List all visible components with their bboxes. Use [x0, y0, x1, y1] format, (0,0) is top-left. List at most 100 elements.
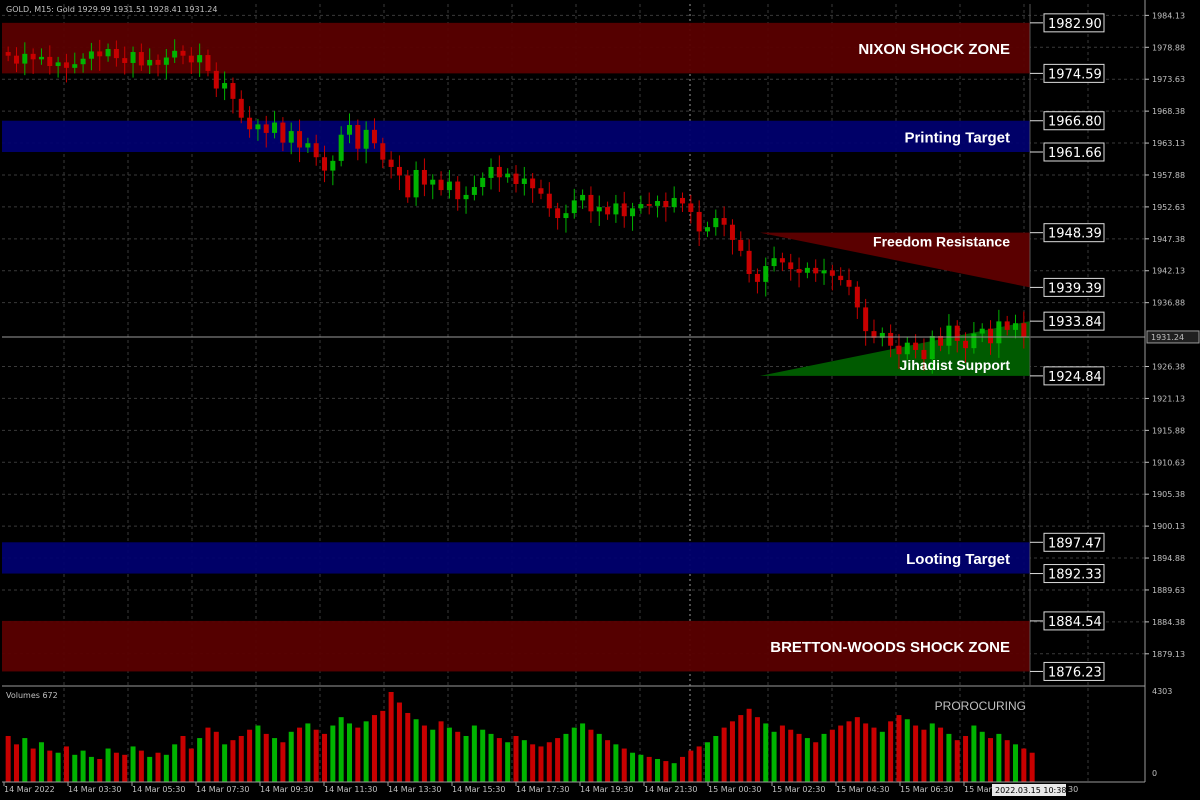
candle-body — [480, 177, 486, 188]
level-price-text: 1961.66 — [1048, 146, 1102, 161]
candle-body — [596, 207, 602, 212]
volume-bar — [655, 758, 661, 782]
time-label: 14 Mar 07:30 — [196, 785, 249, 794]
candle-body — [355, 124, 361, 149]
candle-body — [946, 325, 952, 346]
volume-bar — [896, 715, 902, 782]
candle-body — [55, 62, 61, 67]
candle-body — [413, 169, 419, 198]
candle-body — [829, 270, 835, 276]
volume-bar — [904, 719, 910, 782]
volume-bar — [97, 758, 103, 782]
price-tick-label: 1889.63 — [1152, 586, 1185, 595]
volume-bar — [580, 723, 586, 782]
candle-body — [655, 201, 661, 206]
time-label: 15 Mar 00:30 — [708, 785, 761, 794]
time-label: 15 Mar 06:30 — [900, 785, 953, 794]
volume-bar — [55, 752, 61, 782]
candle-body — [72, 64, 78, 68]
candle-body — [222, 83, 228, 89]
candle-body — [954, 325, 960, 341]
candle-body — [996, 321, 1002, 344]
volume-bar — [879, 731, 885, 782]
volume-bar — [571, 727, 577, 782]
candle-body — [97, 51, 103, 57]
candle-body — [396, 166, 402, 176]
candle-body — [804, 267, 810, 273]
volume-bar — [455, 731, 461, 782]
volume-bar — [954, 740, 960, 782]
volume-bar — [754, 717, 760, 782]
volume-bar — [871, 727, 877, 782]
volume-bar — [521, 740, 527, 782]
candle-body — [5, 52, 11, 56]
volume-bar — [738, 715, 744, 782]
volume-bar — [946, 733, 952, 782]
time-label: 15 Mar — [964, 785, 993, 794]
volume-bar — [704, 742, 710, 782]
candle-body — [929, 335, 935, 360]
volume-bar — [155, 752, 161, 782]
candle-body — [521, 178, 527, 184]
candle-body — [788, 262, 794, 270]
candle-body — [963, 340, 969, 349]
price-tick-label: 1936.88 — [1152, 299, 1185, 308]
candle-body — [113, 48, 119, 59]
volume-bar — [713, 735, 719, 782]
candle-body — [363, 129, 369, 149]
candle-body — [288, 131, 294, 143]
volume-bar — [330, 725, 336, 782]
volume-bar — [721, 727, 727, 782]
candle-body — [263, 124, 269, 133]
volume-bar — [530, 744, 536, 782]
price-zone — [2, 120, 1030, 152]
candle-body — [272, 122, 278, 133]
volume-bar — [996, 733, 1002, 782]
volume-bar — [288, 731, 294, 782]
volume-bar — [779, 725, 785, 782]
price-tick-label: 1884.38 — [1152, 618, 1185, 627]
candle-body — [247, 117, 253, 130]
time-label: 14 Mar 11:30 — [324, 785, 377, 794]
volume-bar — [771, 731, 777, 782]
candle-body — [488, 166, 494, 178]
time-label: 14 Mar 03:30 — [68, 785, 121, 794]
volume-bar — [746, 708, 752, 782]
candle-body — [371, 129, 377, 144]
volume-bar — [388, 692, 394, 782]
candle-body — [430, 179, 436, 185]
candle-body — [854, 286, 860, 308]
time-label: 15 Mar 04:30 — [836, 785, 889, 794]
volume-bar — [496, 738, 502, 782]
level-price-text: 1982.90 — [1048, 17, 1102, 32]
volume-bar — [555, 738, 561, 782]
candle-body — [446, 181, 452, 191]
candle-body — [513, 173, 519, 184]
candle-body — [563, 213, 569, 219]
candle-body — [721, 218, 727, 225]
candle-body — [496, 166, 502, 178]
volume-bar — [596, 733, 602, 782]
time-label: 14 Mar 05:30 — [132, 785, 185, 794]
candle-body — [180, 50, 186, 56]
candle-body — [754, 273, 760, 282]
volume-bar — [238, 735, 244, 782]
candle-body — [846, 280, 852, 287]
candle-body — [213, 70, 219, 89]
volume-bar — [788, 729, 794, 782]
candle-body — [1013, 323, 1019, 330]
volume-bar — [430, 729, 436, 782]
cursor-time-text: 2022.03.15 10:38 — [995, 786, 1066, 795]
volume-bar — [463, 735, 469, 782]
candle-body — [796, 269, 802, 273]
jihadist-support-label: Jihadist Support — [900, 357, 1011, 373]
candle-body — [613, 203, 619, 215]
trading-chart[interactable]: 1984.13 1978.88 1973.63 1968.38 1963.13 1957.… — [0, 0, 1200, 800]
volume-bar — [355, 727, 361, 782]
level-price-text: 1884.54 — [1048, 615, 1102, 630]
candle-body — [172, 50, 178, 58]
volume-label: Volumes 672 — [6, 691, 58, 700]
candle-body — [863, 307, 869, 332]
volume-bar — [663, 761, 669, 782]
price-tick-label: 1963.13 — [1152, 139, 1185, 148]
